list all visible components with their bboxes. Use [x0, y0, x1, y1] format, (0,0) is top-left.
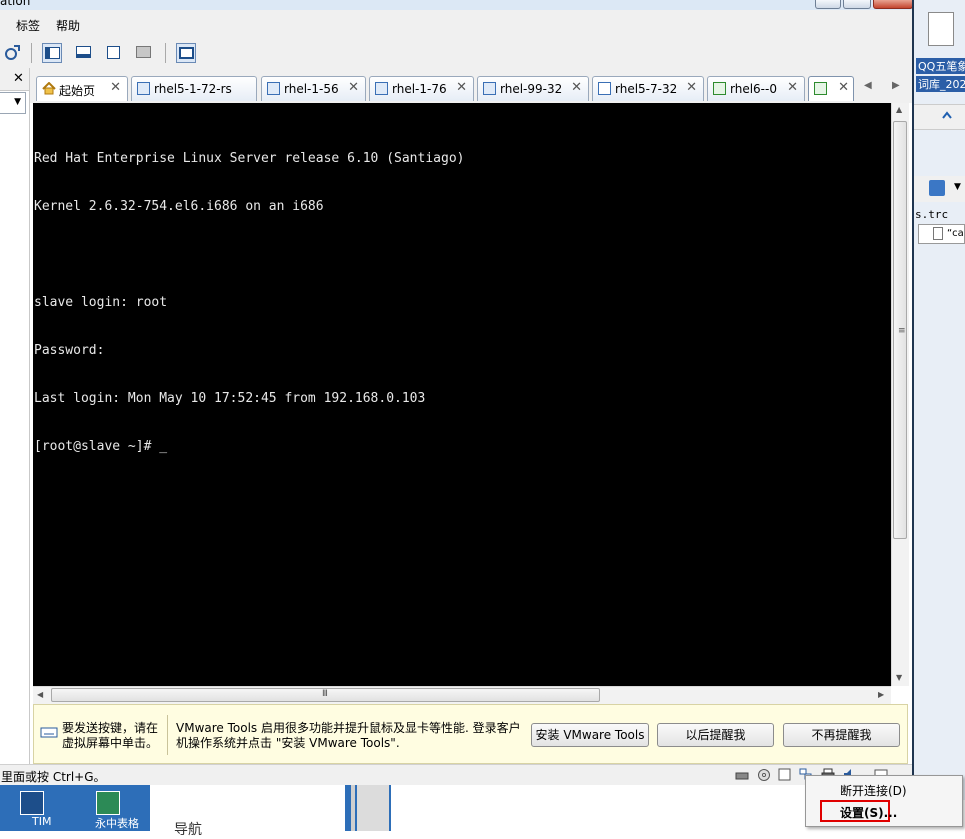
- maximize-button[interactable]: [843, 0, 871, 9]
- home-icon: [42, 81, 56, 95]
- remind-later-button[interactable]: 以后提醒我: [657, 723, 774, 747]
- close-tab-icon[interactable]: ✕: [348, 80, 359, 95]
- spreadsheet-icon: [96, 791, 120, 815]
- taskbar-tim[interactable]: TIM: [12, 785, 72, 831]
- vertical-scrollbar[interactable]: ▲ ≡ ▼: [891, 103, 909, 686]
- menu-tabs[interactable]: 标签: [16, 17, 40, 34]
- close-panel-icon[interactable]: ✕: [13, 71, 24, 86]
- window-title: ation: [0, 0, 31, 8]
- vm-icon: [267, 82, 280, 95]
- refresh-icon[interactable]: [940, 109, 954, 126]
- vm-icon: [483, 82, 496, 95]
- tab-rhel-99-32[interactable]: rhel-99-32 ✕: [477, 76, 589, 101]
- taskbar: TIM 永中表格 导航: [0, 785, 805, 838]
- menu-item-disconnect[interactable]: 断开连接(D): [840, 782, 907, 799]
- floppy-icon[interactable]: [778, 768, 791, 781]
- scroll-right-icon[interactable]: ▶: [878, 690, 884, 699]
- install-vmware-tools-button[interactable]: 安装 VMware Tools: [531, 723, 649, 747]
- close-tab-icon[interactable]: ✕: [571, 80, 582, 95]
- scroll-down-icon[interactable]: ▼: [896, 673, 902, 682]
- scroll-up-icon[interactable]: ▲: [896, 105, 902, 114]
- never-remind-button[interactable]: 不再提醒我: [783, 723, 900, 747]
- tab-rhel5-7-32[interactable]: rhel5-7-32 ✕: [592, 76, 704, 101]
- unity-icon[interactable]: [134, 43, 154, 63]
- tim-icon: [20, 791, 44, 815]
- console-line: slave login: root: [34, 295, 168, 310]
- snapshot-manager-icon[interactable]: [2, 43, 22, 63]
- background-window: QQ五笔象 词库_2021 ▼ s.trc “ca: [912, 0, 965, 800]
- console-line: Password:: [34, 343, 105, 358]
- console-line: Last login: Mon May 10 17:52:45 from 192…: [34, 391, 426, 406]
- library-dropdown[interactable]: ▼: [0, 92, 26, 114]
- cd-rom-icon[interactable]: [757, 768, 770, 781]
- console-prompt-line: [root@slave ~]# _: [34, 439, 168, 454]
- window-title-bar: ation: [0, 0, 912, 10]
- taskbar-yozo-sheet[interactable]: 永中表格: [88, 785, 150, 831]
- status-text: 里面或按 Ctrl+G。: [1, 770, 106, 784]
- console-view-icon[interactable]: [74, 43, 94, 63]
- vm-off-icon: [598, 82, 611, 95]
- close-window-button[interactable]: [873, 0, 912, 9]
- close-tab-icon[interactable]: ✕: [838, 80, 849, 95]
- vm-console-screen[interactable]: Red Hat Enterprise Linux Server release …: [33, 103, 891, 686]
- tab-current-vm[interactable]: ✕: [808, 76, 854, 101]
- library-panel: ✕ ▼: [0, 68, 30, 765]
- menu-help[interactable]: 帮助: [56, 17, 80, 34]
- keyboard-icon: [40, 725, 58, 742]
- tab-rhel-1-76[interactable]: rhel-1-76 ✕: [369, 76, 474, 101]
- tab-rhel5-1-72-rs[interactable]: rhel5-1-72-rs: [131, 76, 257, 101]
- hard-disk-icon[interactable]: [735, 768, 749, 781]
- tab-scroll-left-icon[interactable]: ◀: [864, 80, 872, 91]
- close-tab-icon[interactable]: ✕: [110, 80, 121, 95]
- tab-scroll-right-icon[interactable]: ▶: [892, 80, 900, 91]
- tab-rhel6--0[interactable]: rhel6--0 ✕: [707, 76, 805, 101]
- file-icon[interactable]: [928, 12, 954, 46]
- menu-item-settings[interactable]: 设置(S)...: [840, 804, 897, 821]
- vertical-scroll-thumb[interactable]: ≡: [893, 121, 907, 539]
- status-bar: 里面或按 Ctrl+G。: [0, 764, 912, 786]
- chevron-down-icon: ▼: [14, 97, 21, 107]
- vm-running-icon: [814, 82, 827, 95]
- vmware-tools-message: VMware Tools 启用很多功能并提升鼠标及显卡等性能. 登录客户机操作系…: [176, 721, 521, 750]
- vm-icon: [375, 82, 388, 95]
- horizontal-scroll-thumb[interactable]: III: [51, 688, 600, 702]
- horizontal-scrollbar[interactable]: ◀ III ▶: [33, 686, 891, 704]
- app-icon[interactable]: [929, 180, 945, 196]
- close-tab-icon[interactable]: ✕: [456, 80, 467, 95]
- tab-rhel-1-56[interactable]: rhel-1-56 ✕: [261, 76, 366, 101]
- fullscreen-icon[interactable]: [104, 43, 124, 63]
- close-tab-icon[interactable]: ✕: [787, 80, 798, 95]
- context-menu: 断开连接(D) 设置(S)...: [805, 775, 963, 827]
- vm-icon: [137, 82, 150, 95]
- tab-home[interactable]: 起始页 ✕: [36, 76, 128, 101]
- toolbar: [0, 38, 912, 69]
- send-keys-hint: 要发送按键，请在虚拟屏幕中单击。: [62, 721, 159, 750]
- scroll-left-icon[interactable]: ◀: [37, 690, 43, 699]
- vmware-tools-notification: 要发送按键，请在虚拟屏幕中单击。 VMware Tools 启用很多功能并提升鼠…: [33, 704, 908, 764]
- thumbnail-view-icon[interactable]: [176, 43, 196, 63]
- menu-bar: 标签 帮助: [0, 10, 912, 38]
- chevron-down-icon[interactable]: ▼: [954, 182, 961, 192]
- close-tab-icon[interactable]: ✕: [686, 80, 697, 95]
- tab-bar: 起始页 ✕ rhel5-1-72-rs rhel-1-56 ✕ rhel-1-7…: [30, 68, 912, 103]
- vm-running-icon: [713, 82, 726, 95]
- minimize-button[interactable]: [815, 0, 841, 9]
- console-line: Red Hat Enterprise Linux Server release …: [34, 151, 465, 166]
- show-sidebar-icon[interactable]: [42, 43, 62, 63]
- console-line: Kernel 2.6.32-754.el6.i686 on an i686: [34, 199, 324, 214]
